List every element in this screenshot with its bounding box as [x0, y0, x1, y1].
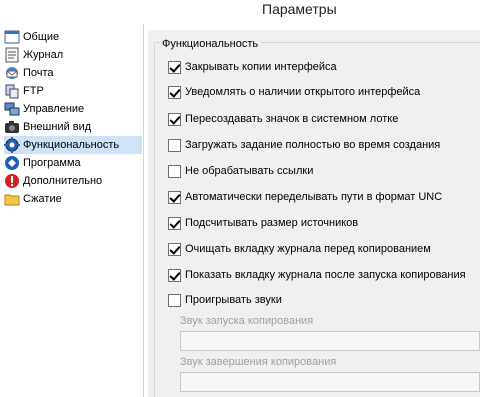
checkbox[interactable]	[168, 268, 181, 282]
sidebar-item-general[interactable]: Общие	[4, 28, 142, 46]
sidebar-item-program[interactable]: Программа	[4, 154, 142, 172]
sidebar-item-appearance[interactable]: Внешний вид	[4, 118, 142, 136]
title-bar: Параметры	[0, 0, 480, 22]
checkbox[interactable]	[168, 112, 181, 126]
option-label: Закрывать копии интерфейса	[185, 61, 337, 73]
option-label: Не обрабатывать ссылки	[185, 165, 314, 177]
folder-icon	[4, 191, 20, 207]
mail-icon	[4, 65, 20, 81]
checkbox[interactable]	[168, 85, 181, 99]
sidebar-item-label: Сжатие	[23, 193, 62, 205]
sidebar: Общие Журнал Почта FTP Управление Внешни…	[0, 24, 144, 397]
option-clear-log-tab[interactable]: Очищать вкладку журнала перед копировани…	[168, 241, 431, 257]
option-play-sounds[interactable]: Проигрывать звуки	[168, 292, 282, 308]
checkbox[interactable]	[168, 164, 181, 178]
sidebar-item-label: FTP	[23, 85, 44, 97]
option-label: Уведомлять о наличии открытого интерфейс…	[185, 86, 421, 98]
option-label: Автоматически переделывать пути в формат…	[185, 191, 443, 203]
option-ignore-links[interactable]: Не обрабатывать ссылки	[168, 163, 313, 179]
sidebar-item-log[interactable]: Журнал	[4, 46, 142, 64]
sidebar-item-functionality[interactable]: Функциональность	[4, 136, 142, 154]
checkbox[interactable]	[168, 138, 181, 152]
option-label: Пересоздавать значок в системном лотке	[185, 113, 399, 125]
option-label: Загружать задание полностью во время соз…	[185, 139, 441, 151]
sound-end-label: Звук завершения копирования	[180, 356, 337, 368]
checkbox[interactable]	[168, 190, 181, 204]
sound-end-field[interactable]	[180, 372, 480, 392]
sidebar-item-label: Внешний вид	[23, 121, 92, 133]
log-icon	[4, 47, 20, 63]
option-notify-open-interface[interactable]: Уведомлять о наличии открытого интерфейс…	[168, 84, 420, 100]
checkbox[interactable]	[168, 60, 181, 74]
option-close-interface-copies[interactable]: Закрывать копии интерфейса	[168, 59, 337, 75]
sidebar-item-label: Дополнительно	[23, 175, 103, 187]
app-icon	[4, 155, 20, 171]
sidebar-item-management[interactable]: Управление	[4, 100, 142, 118]
option-show-log-tab[interactable]: Показать вкладку журнала после запуска к…	[168, 267, 466, 283]
sidebar-item-label: Функциональность	[23, 139, 120, 151]
window-title: Параметры	[262, 1, 337, 17]
option-label: Показать вкладку журнала после запуска к…	[185, 269, 466, 281]
camera-icon	[4, 119, 20, 135]
ftp-icon	[4, 83, 20, 99]
warning-icon	[4, 173, 20, 189]
option-load-task-fully[interactable]: Загружать задание полностью во время соз…	[168, 137, 440, 153]
option-label: Очищать вкладку журнала перед копировани…	[185, 243, 431, 255]
sidebar-item-label: Управление	[23, 103, 85, 115]
option-count-source-size[interactable]: Подсчитывать размер источников	[168, 215, 358, 231]
window-icon	[4, 29, 20, 45]
sidebar-item-label: Общие	[23, 31, 60, 43]
option-label: Проигрывать звуки	[185, 294, 282, 306]
sidebar-item-ftp[interactable]: FTP	[4, 82, 142, 100]
checkbox[interactable]	[168, 216, 181, 230]
checkbox[interactable]	[168, 242, 181, 256]
sidebar-item-label: Журнал	[23, 49, 64, 61]
group-title: Функциональность	[160, 38, 262, 50]
network-icon	[4, 101, 20, 117]
checkbox[interactable]	[168, 293, 181, 307]
sound-start-label: Звук запуска копирования	[180, 315, 314, 327]
sidebar-item-advanced[interactable]: Дополнительно	[4, 172, 142, 190]
sound-start-field[interactable]	[180, 331, 480, 351]
option-convert-unc-paths[interactable]: Автоматически переделывать пути в формат…	[168, 189, 442, 205]
sidebar-item-label: Почта	[23, 67, 54, 79]
sidebar-item-label: Программа	[23, 157, 81, 169]
sidebar-item-compression[interactable]: Сжатие	[4, 190, 142, 208]
sidebar-item-mail[interactable]: Почта	[4, 64, 142, 82]
option-label: Подсчитывать размер источников	[185, 217, 359, 229]
option-recreate-tray-icon[interactable]: Пересоздавать значок в системном лотке	[168, 111, 398, 127]
gear-icon	[4, 137, 20, 153]
